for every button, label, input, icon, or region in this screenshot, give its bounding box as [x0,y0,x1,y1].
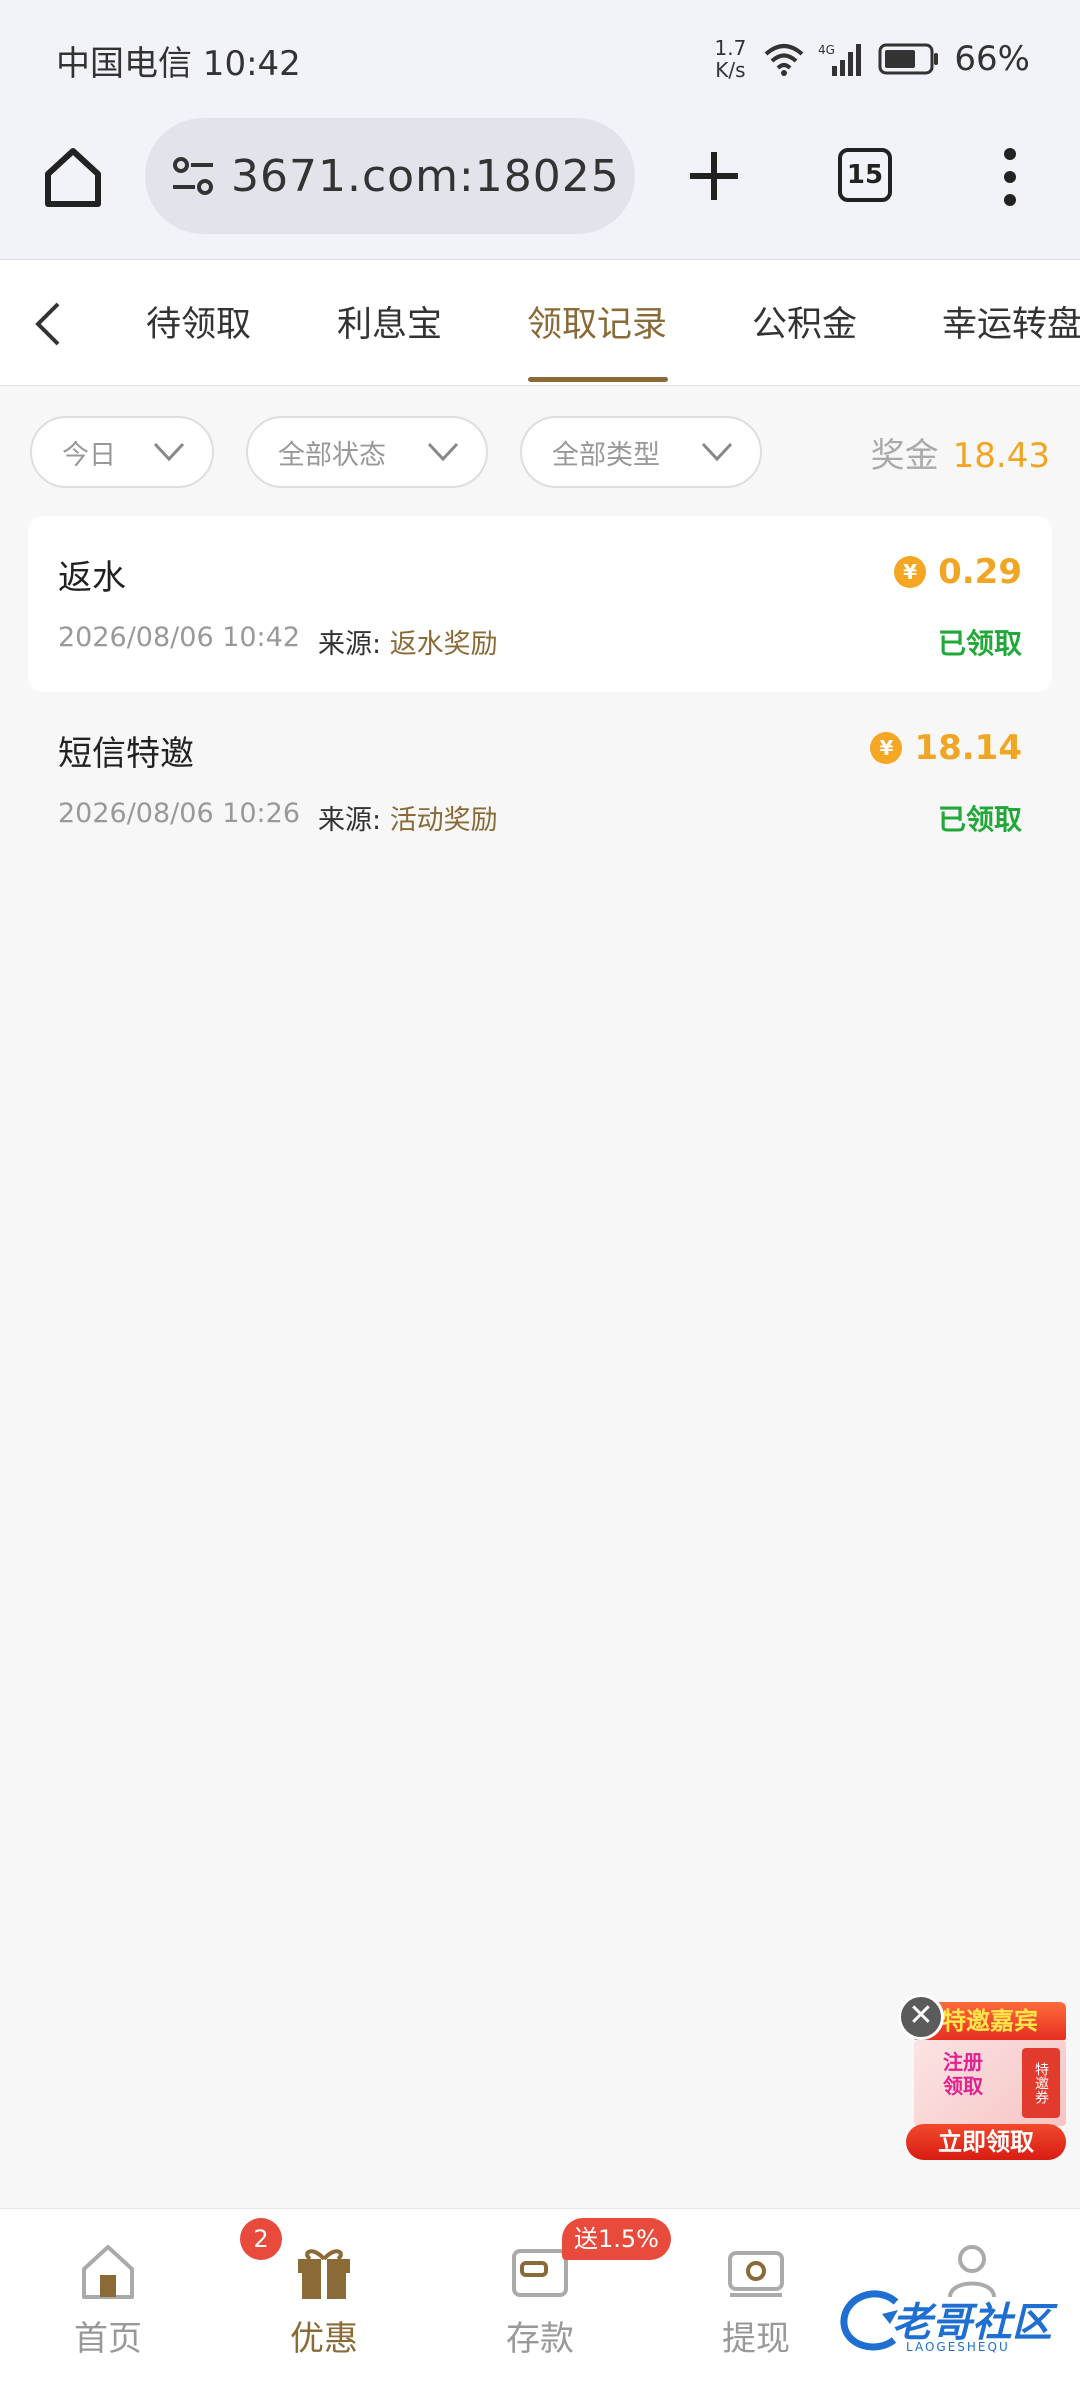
back-button[interactable] [24,294,74,354]
status-filter[interactable]: 全部状态 [246,416,488,488]
net-speed-value: 1.7 [714,36,747,60]
status-filter-label: 全部状态 [278,439,386,471]
status-icons: 1.7 K/s 4G 66% [710,32,1030,86]
status-bar: 中国电信 10:42 1.7 K/s 4G 66% [0,0,1080,118]
net-speed-unit: K/s [715,58,746,82]
more-vertical-icon [1004,148,1016,206]
address-bar[interactable]: 3671.com:18025 [145,118,635,234]
record-source: 来源: 活动奖励 [318,798,498,837]
bonus-label: 奖金 [870,436,939,476]
record-item: 短信特邀 ¥ 18.14 2026/08/06 10:26 来源: 活动奖励 已… [28,692,1052,868]
date-filter-label: 今日 [62,439,116,471]
type-filter-label: 全部类型 [552,439,660,471]
record-source: 来源: 返水奖励 [318,622,498,661]
type-filter[interactable]: 全部类型 [520,416,762,488]
record-status: 已领取 [937,627,1022,660]
nav-home-label: 首页 [74,2319,142,2359]
nav-promotions-label: 优惠 [290,2319,358,2359]
promotions-badge: 2 [240,2218,282,2260]
nav-home[interactable]: 首页 [38,2209,178,2388]
record-source-label: 来源: [318,629,390,660]
coin-icon: ¥ [870,732,903,764]
chevron-down-icon [427,442,459,462]
date-filter[interactable]: 今日 [30,416,214,488]
record-time: 2026/08/06 10:42 [58,622,301,653]
battery-percent: 66% [954,39,1030,79]
tab-claim-records[interactable]: 领取记录 [527,296,667,347]
record-title: 返水 [58,558,126,598]
tab-bar: 待领取 利息宝 领取记录 公积金 幸运转盘 [0,260,1080,386]
nav-withdraw-label: 提现 [722,2319,790,2359]
record-time: 2026/08/06 10:26 [58,798,301,829]
promo-card-text: 注册领取 [943,2050,983,2098]
record-amount-value: 0.29 [938,552,1022,592]
home-button[interactable] [38,142,108,212]
record-source-value: 返水奖励 [389,629,498,660]
record-source-label: 来源: [318,805,390,836]
battery-icon [878,42,940,76]
coin-icon: ¥ [894,556,927,588]
cash-icon [728,2251,784,2297]
tab-lucky-wheel[interactable]: 幸运转盘 [942,296,1080,347]
tab-provident-fund[interactable]: 公积金 [752,296,857,347]
record-title: 短信特邀 [58,734,194,774]
record-amount: ¥ 18.14 [870,728,1022,768]
site-settings-icon[interactable] [167,149,221,203]
record-item: 返水 ¥ 0.29 2026/08/06 10:42 来源: 返水奖励 已领取 [28,516,1052,692]
watermark-subtext: LAOGESHEQU [906,2340,1010,2354]
signal-icon: 4G [818,42,864,76]
home-icon [82,2245,134,2299]
tab-pending[interactable]: 待领取 [146,296,251,347]
more-menu-button[interactable] [990,142,1030,212]
carrier-time: 中国电信 10:42 [56,44,301,84]
url-text: 3671.com:18025 [231,150,620,202]
bonus-total: 奖金 18.43 [871,428,1050,477]
network-type: 4G [818,43,835,57]
promo-card: 注册领取 特邀券 [914,2040,1066,2126]
chevron-down-icon [153,442,185,462]
tab-switcher-button[interactable]: 15 [838,148,892,202]
browser-toolbar: 3671.com:18025 15 [0,118,1080,260]
new-tab-button[interactable] [682,144,746,208]
nav-deposit-label: 存款 [506,2319,574,2359]
watermark-logo: 老哥社区 LAOGESHEQU [836,2284,1066,2364]
promo-ticket: 特邀券 [1022,2048,1060,2118]
active-tab-indicator [528,377,668,382]
net-speed: 1.7 K/s [710,37,750,81]
record-amount: ¥ 0.29 [894,552,1022,592]
record-source-value: 活动奖励 [389,805,498,836]
record-amount-value: 18.14 [914,728,1022,768]
chevron-down-icon [701,442,733,462]
chevron-left-icon [35,302,60,346]
wifi-icon [764,42,804,76]
deposit-bonus-badge: 送1.5% [562,2218,671,2260]
promo-claim-button[interactable]: 立即领取 [906,2124,1066,2160]
bonus-value: 18.43 [952,436,1050,476]
record-status: 已领取 [937,803,1022,836]
close-icon[interactable]: ✕ [898,1994,944,2040]
floating-promo[interactable]: 特邀嘉宾 注册领取 特邀券 立即领取 ✕ [898,1994,1066,2164]
gift-icon [298,2249,350,2299]
tab-interest[interactable]: 利息宝 [337,296,442,347]
nav-withdraw[interactable]: 提现 [686,2209,826,2388]
home-outline-icon [45,148,101,207]
plus-icon [690,152,738,200]
